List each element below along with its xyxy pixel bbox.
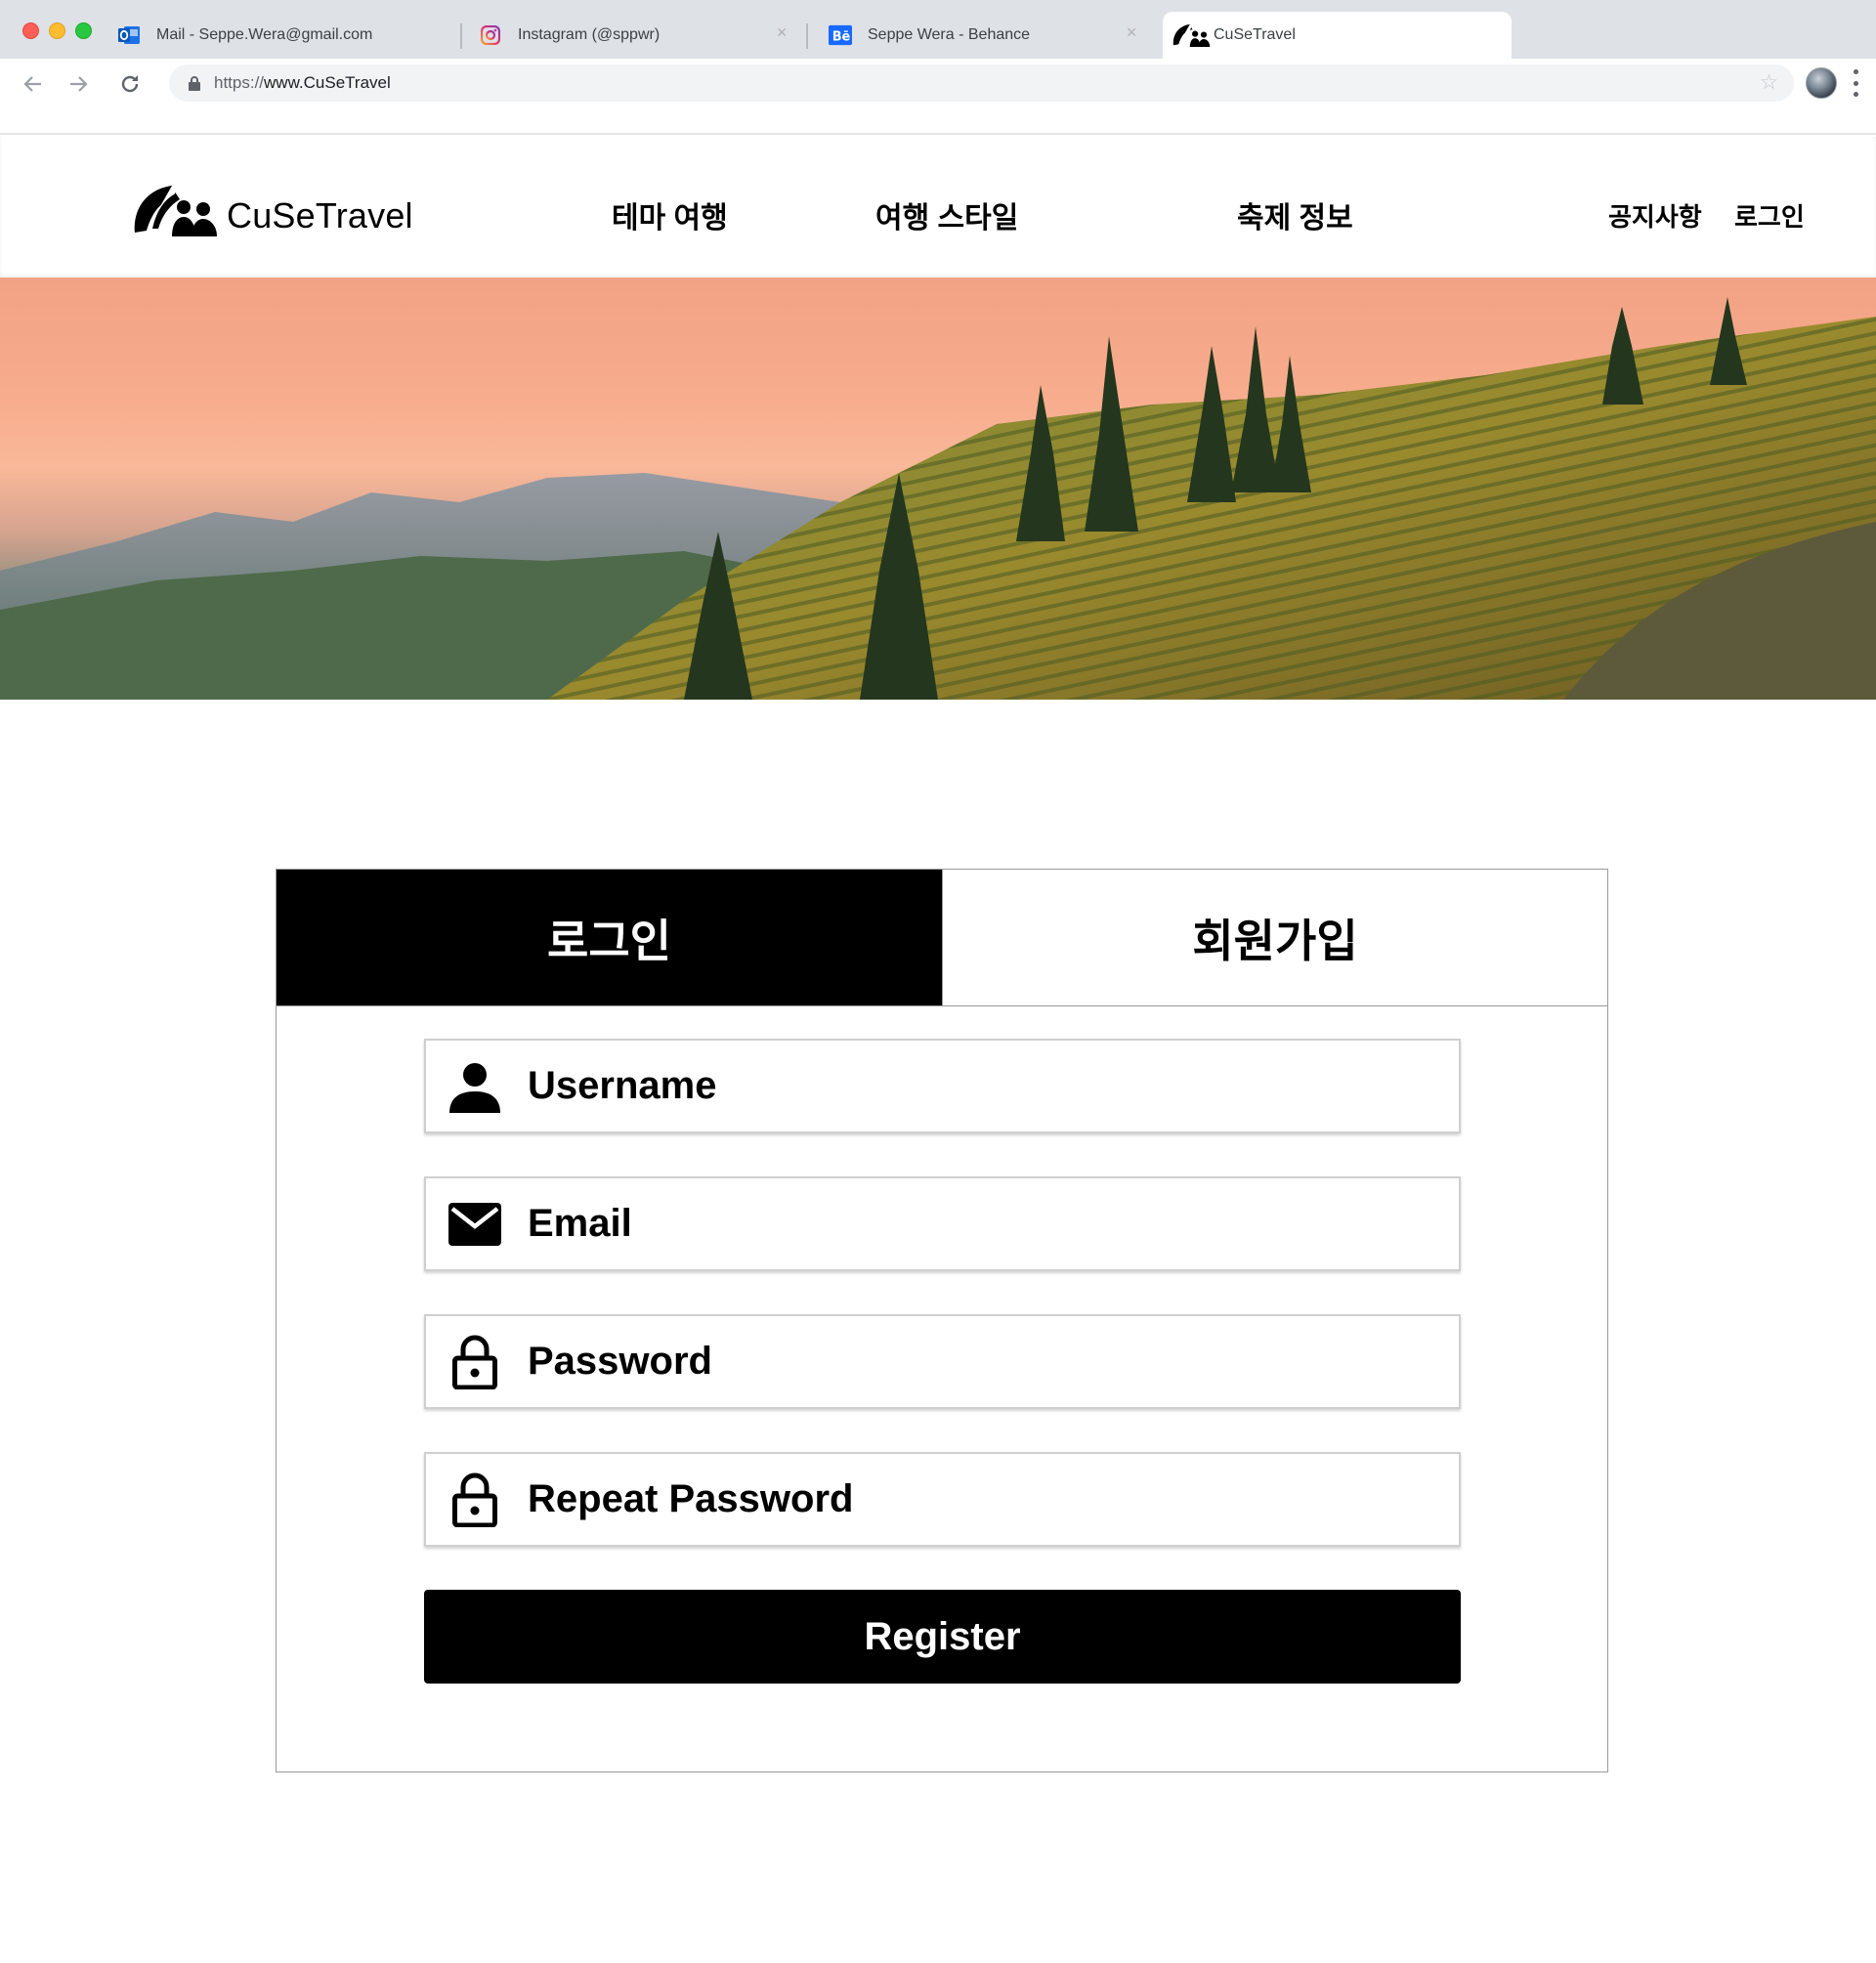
behance-icon: Bē (829, 23, 852, 47)
auth-card: 로그인 회원가입 Register (276, 869, 1608, 1772)
tab-login[interactable]: 로그인 (277, 870, 942, 1005)
password-input[interactable] (528, 1332, 1407, 1391)
email-input[interactable] (528, 1194, 1407, 1254)
username-field[interactable] (424, 1039, 1461, 1133)
register-button[interactable]: Register (424, 1590, 1461, 1684)
site-header: CuSeTravel 테마 여행 여행 스타일 축제 정보 공지사항 로그인 (0, 137, 1876, 277)
close-tab-icon[interactable]: ✕ (776, 24, 788, 41)
tab-divider (460, 23, 462, 49)
nav-festival-info[interactable]: 축제 정보 (1237, 193, 1353, 236)
cusetravel-logo-icon (134, 186, 217, 236)
brand-name: CuSeTravel (227, 195, 413, 235)
nav-notices[interactable]: 공지사항 (1608, 197, 1702, 234)
tea-plantation-landscape-image (0, 297, 1876, 700)
auth-tabs: 로그인 회원가입 (277, 870, 1607, 1006)
site-logo[interactable]: CuSeTravel (133, 182, 413, 238)
outlook-icon (117, 23, 141, 47)
browser-tab-cusetravel[interactable]: CuSeTravel (1163, 12, 1512, 59)
reload-button[interactable] (116, 70, 144, 98)
lock-icon (448, 1472, 502, 1527)
repeat-password-field[interactable] (424, 1452, 1461, 1547)
minimize-window-button[interactable] (49, 22, 65, 39)
browser-tabstrip: Mail - Seppe.Wera@gmail.com Instagram (@… (0, 0, 1876, 59)
password-field[interactable] (424, 1314, 1461, 1409)
bookmarks-bar (0, 107, 1876, 135)
browser-tab-mail[interactable]: Mail - Seppe.Wera@gmail.com (117, 12, 454, 59)
tab-title: Mail - Seppe.Wera@gmail.com (156, 26, 373, 43)
bookmark-star-icon[interactable]: ☆ (1760, 72, 1778, 93)
envelope-icon (448, 1197, 502, 1252)
arrow-left-icon (23, 76, 41, 92)
lock-icon (189, 75, 200, 91)
close-window-button[interactable] (22, 22, 39, 39)
profile-avatar[interactable] (1806, 67, 1837, 99)
tab-title: Seppe Wera - Behance (868, 26, 1031, 43)
forward-button[interactable] (64, 70, 92, 98)
nav-theme-travel[interactable]: 테마 여행 (612, 193, 728, 236)
lock-icon (448, 1335, 502, 1389)
browser-tab-behance[interactable]: Bē Seppe Wera - Behance ✕ (829, 12, 1151, 59)
user-icon (448, 1059, 502, 1114)
tab-title: Instagram (@sppwr) (518, 26, 661, 43)
reload-icon (121, 75, 139, 93)
email-field[interactable] (424, 1176, 1461, 1271)
tab-signup[interactable]: 회원가입 (942, 870, 1607, 1005)
nav-login[interactable]: 로그인 (1734, 197, 1805, 234)
username-input[interactable] (528, 1056, 1407, 1116)
tab-title: CuSeTravel (1214, 26, 1296, 43)
repeat-password-input[interactable] (528, 1470, 1407, 1529)
arrow-right-icon (70, 76, 88, 92)
close-tab-icon[interactable]: ✕ (1126, 24, 1137, 41)
cusetravel-logo-icon (1172, 23, 1212, 47)
hero-banner (0, 277, 1876, 700)
url-text: https://www.CuSeTravel (214, 73, 391, 92)
address-bar[interactable]: https://www.CuSeTravel ☆ (169, 64, 1794, 102)
browser-toolbar: https://www.CuSeTravel ☆ (0, 59, 1876, 107)
back-button[interactable] (20, 70, 47, 98)
nav-travel-style[interactable]: 여행 스타일 (875, 193, 1018, 236)
browser-menu-icon[interactable] (1851, 69, 1860, 97)
maximize-window-button[interactable] (75, 22, 92, 39)
svg-text:Bē: Bē (832, 30, 851, 45)
browser-tab-instagram[interactable]: Instagram (@sppwr) ✕ (479, 12, 801, 59)
tab-divider (806, 23, 808, 49)
instagram-icon (479, 23, 502, 47)
